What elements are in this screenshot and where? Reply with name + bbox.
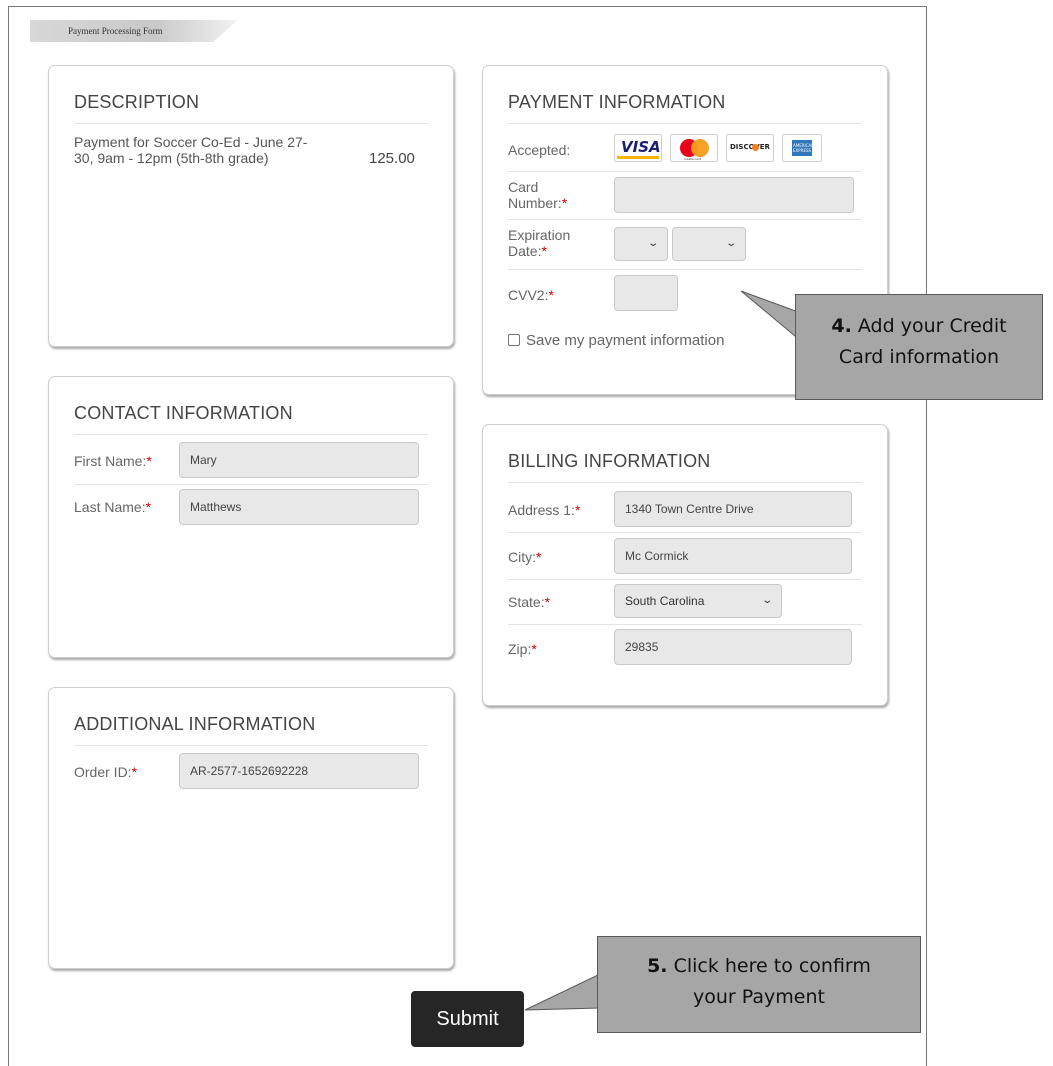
submit-button[interactable]: Submit xyxy=(411,991,524,1047)
chevron-down-icon: ⌄ xyxy=(646,238,659,249)
discover-icon: DISCOVER xyxy=(726,134,774,162)
state-select[interactable]: South Carolina ⌄ xyxy=(614,584,782,618)
order-id-row: Order ID:* AR-2577-1652692228 xyxy=(74,749,428,795)
last-name-label: Last Name:* xyxy=(74,499,152,515)
last-name-row: Last Name:* Matthews xyxy=(74,484,428,530)
city-row: City:* Mc Cormick xyxy=(508,532,862,580)
contact-title: CONTACT INFORMATION xyxy=(74,403,428,435)
first-name-row: First Name:* Mary xyxy=(74,438,428,485)
description-item-text: Payment for Soccer Co-Ed - June 27-30, 9… xyxy=(74,134,308,166)
chevron-down-icon: ⌄ xyxy=(760,595,773,606)
billing-panel: BILLING INFORMATION Address 1:* 1340 Tow… xyxy=(482,424,888,706)
form-title-tab: Payment Processing Form xyxy=(30,20,238,42)
additional-panel: ADDITIONAL INFORMATION Order ID:* AR-257… xyxy=(48,687,454,969)
first-name-label: First Name:* xyxy=(74,453,152,469)
save-payment-option[interactable]: Save my payment information xyxy=(508,332,724,349)
state-row: State:* South Carolina ⌄ xyxy=(508,579,862,625)
callout-step-5: 5. Click here to confirm your Payment xyxy=(597,936,921,1033)
checkbox-icon[interactable] xyxy=(508,334,520,346)
callout-step-4: 4. Add your Credit Card information xyxy=(795,294,1043,400)
payment-title: PAYMENT INFORMATION xyxy=(508,92,862,124)
cvv-input[interactable] xyxy=(614,275,678,311)
description-title: DESCRIPTION xyxy=(74,92,428,124)
city-label: City:* xyxy=(508,549,542,565)
card-number-row: Card Number:* xyxy=(508,171,862,220)
address-input[interactable]: 1340 Town Centre Drive xyxy=(614,491,852,527)
billing-title: BILLING INFORMATION xyxy=(508,451,862,483)
order-id-input[interactable]: AR-2577-1652692228 xyxy=(179,753,419,789)
card-number-label: Card Number:* xyxy=(508,179,568,211)
last-name-input[interactable]: Matthews xyxy=(179,489,419,525)
amex-icon: AMERICAN EXPRESS xyxy=(782,134,822,162)
chevron-down-icon: ⌄ xyxy=(724,238,737,249)
expiration-year-select[interactable]: ⌄ xyxy=(672,227,746,261)
expiration-label: Expiration Date:* xyxy=(508,227,571,259)
zip-label: Zip:* xyxy=(508,641,537,657)
card-logos: VISA mastercard DISCOVER AMERICAN EXPRES… xyxy=(614,134,824,162)
callout-5-pointer xyxy=(524,973,601,1011)
expiration-row: Expiration Date:* ⌄ ⌄ xyxy=(508,219,862,270)
cvv-label: CVV2:* xyxy=(508,287,554,303)
card-number-input[interactable] xyxy=(614,177,854,213)
order-id-label: Order ID:* xyxy=(74,764,138,780)
description-panel: DESCRIPTION Payment for Soccer Co-Ed - J… xyxy=(48,65,454,347)
contact-panel: CONTACT INFORMATION First Name:* Mary La… xyxy=(48,376,454,658)
address-row: Address 1:* 1340 Town Centre Drive xyxy=(508,486,862,533)
accepted-row: Accepted: VISA mastercard DISCOVER AMERI… xyxy=(508,127,862,172)
zip-row: Zip:* 29835 xyxy=(508,624,862,670)
state-label: State:* xyxy=(508,594,551,610)
city-input[interactable]: Mc Cormick xyxy=(614,538,852,574)
zip-input[interactable]: 29835 xyxy=(614,629,852,665)
additional-title: ADDITIONAL INFORMATION xyxy=(74,714,428,746)
description-item-amount: 125.00 xyxy=(369,150,415,167)
address-label: Address 1:* xyxy=(508,502,581,518)
visa-icon: VISA xyxy=(614,134,662,162)
accepted-label: Accepted: xyxy=(508,142,571,158)
save-payment-label: Save my payment information xyxy=(526,332,725,349)
mastercard-icon: mastercard xyxy=(670,134,718,162)
first-name-input[interactable]: Mary xyxy=(179,442,419,478)
expiration-month-select[interactable]: ⌄ xyxy=(614,227,668,261)
